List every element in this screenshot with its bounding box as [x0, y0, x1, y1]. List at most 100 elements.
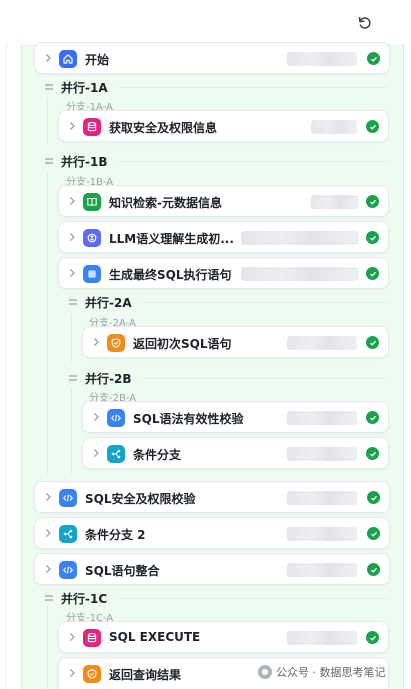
chevron-right-icon[interactable]: [91, 337, 101, 347]
code-icon: [59, 561, 77, 579]
workflow-node-start[interactable]: 开始: [34, 42, 390, 74]
drag-handle-icon[interactable]: [68, 298, 78, 306]
workflow-node-fetch-security[interactable]: 获取安全及权限信息: [58, 110, 389, 142]
redacted-duration: [287, 563, 357, 577]
workflow-node-return-initial-sql[interactable]: 返回初次SQL语句: [82, 326, 389, 358]
node-label: 条件分支: [133, 448, 182, 462]
database-icon: [83, 118, 101, 136]
parallel-group-1b-header[interactable]: 并行-1B: [44, 152, 388, 170]
group-divider: [118, 598, 388, 599]
node-label: 开始: [85, 53, 110, 67]
redacted-duration: [287, 411, 357, 425]
success-check-icon: [367, 491, 380, 504]
node-label: 条件分支 2: [85, 528, 146, 542]
chevron-right-icon[interactable]: [43, 528, 53, 538]
node-label: LLM语义理解生成初...: [109, 232, 234, 246]
workflow-node-sql-security-check[interactable]: SQL安全及权限校验: [34, 481, 390, 513]
redacted-duration: [287, 447, 357, 461]
database-icon: [83, 629, 101, 647]
redacted-duration: [287, 52, 357, 66]
success-check-icon: [367, 527, 380, 540]
workflow-node-sql-syntax-check[interactable]: SQL语法有效性校验: [82, 401, 389, 433]
redacted-duration: [241, 267, 359, 281]
group-divider: [142, 378, 388, 379]
workflow-node-condition-branch[interactable]: 条件分支: [82, 437, 389, 469]
redacted-duration: [287, 631, 357, 645]
node-label: SQL安全及权限校验: [85, 492, 196, 506]
chevron-right-icon[interactable]: [67, 632, 77, 642]
group-divider: [118, 87, 388, 88]
success-check-icon: [366, 120, 379, 133]
parallel-group-2a-header[interactable]: 并行-2A: [68, 293, 388, 311]
node-label: 返回初次SQL语句: [133, 337, 232, 351]
drag-handle-icon[interactable]: [44, 83, 54, 91]
grid-icon: [83, 265, 101, 283]
workflow-node-condition-branch-2[interactable]: 条件分支 2: [34, 517, 390, 549]
drag-handle-icon[interactable]: [44, 157, 54, 165]
node-label: SQL语法有效性校验: [133, 412, 244, 426]
workflow-node-sql-execute[interactable]: SQL EXECUTE: [58, 621, 389, 653]
connector-line: [47, 98, 48, 144]
refresh-icon: [358, 16, 371, 29]
group-divider: [118, 161, 388, 162]
parallel-group-title: 并行-2B: [85, 371, 132, 386]
chevron-right-icon[interactable]: [43, 492, 53, 502]
success-check-icon: [367, 563, 380, 576]
branch-icon: [107, 445, 125, 463]
node-label: 获取安全及权限信息: [109, 121, 218, 135]
chevron-right-icon[interactable]: [67, 196, 77, 206]
success-check-icon: [366, 447, 379, 460]
redacted-duration: [287, 527, 357, 541]
workflow-node-sql-merge[interactable]: SQL语句整合: [34, 553, 390, 585]
chevron-right-icon[interactable]: [43, 564, 53, 574]
success-check-icon: [366, 411, 379, 424]
connector-line: [71, 314, 72, 362]
parallel-group-title: 并行-1C: [61, 591, 108, 606]
chevron-right-icon[interactable]: [67, 268, 77, 278]
success-check-icon: [366, 267, 379, 280]
workflow-node-gen-final-sql[interactable]: 生成最终SQL执行语句: [58, 257, 389, 289]
node-label: 返回查询结果: [109, 668, 182, 682]
watermark: 公众号 · 数据思考笔记: [258, 664, 386, 680]
chevron-right-icon[interactable]: [91, 448, 101, 458]
redacted-duration: [287, 336, 357, 350]
connector-line: [71, 388, 72, 474]
refresh-button[interactable]: [354, 12, 376, 34]
code-icon: [107, 409, 125, 427]
node-label: SQL语句整合: [85, 564, 160, 578]
redacted-duration: [311, 120, 357, 134]
node-label: 知识检索-元数据信息: [109, 196, 222, 210]
chevron-right-icon[interactable]: [67, 668, 77, 678]
workflow-node-llm-understand[interactable]: LLM语义理解生成初...: [58, 221, 389, 253]
parallel-group-1a-header[interactable]: 并行-1A: [44, 78, 388, 96]
chevron-right-icon[interactable]: [67, 232, 77, 242]
connector-line: [47, 172, 48, 474]
code-icon: [59, 489, 77, 507]
redacted-duration: [311, 195, 359, 209]
workflow-node-knowledge-search[interactable]: 知识检索-元数据信息: [58, 185, 389, 217]
brain-icon: [83, 229, 101, 247]
parallel-group-title: 并行-1B: [61, 154, 108, 169]
chevron-right-icon[interactable]: [91, 412, 101, 422]
branch-icon: [59, 525, 77, 543]
drag-handle-icon[interactable]: [44, 594, 54, 602]
parallel-group-2b-header[interactable]: 并行-2B: [68, 369, 388, 387]
shield-icon: [107, 334, 125, 352]
connector-line: [47, 606, 48, 689]
watermark-text: 公众号 · 数据思考笔记: [276, 666, 386, 679]
book-icon: [83, 193, 101, 211]
success-check-icon: [367, 52, 380, 65]
chevron-right-icon[interactable]: [43, 53, 53, 63]
chevron-right-icon[interactable]: [67, 121, 77, 131]
parallel-group-1c-header[interactable]: 并行-1C: [44, 589, 388, 607]
group-divider: [142, 302, 388, 303]
redacted-duration: [241, 231, 359, 245]
drag-handle-icon[interactable]: [68, 374, 78, 382]
success-check-icon: [366, 195, 379, 208]
left-rail: [6, 44, 7, 689]
wechat-logo-icon: [258, 665, 272, 679]
success-check-icon: [366, 231, 379, 244]
parallel-group-title: 并行-1A: [61, 80, 108, 95]
redacted-duration: [287, 491, 357, 505]
node-label: SQL EXECUTE: [109, 630, 201, 644]
